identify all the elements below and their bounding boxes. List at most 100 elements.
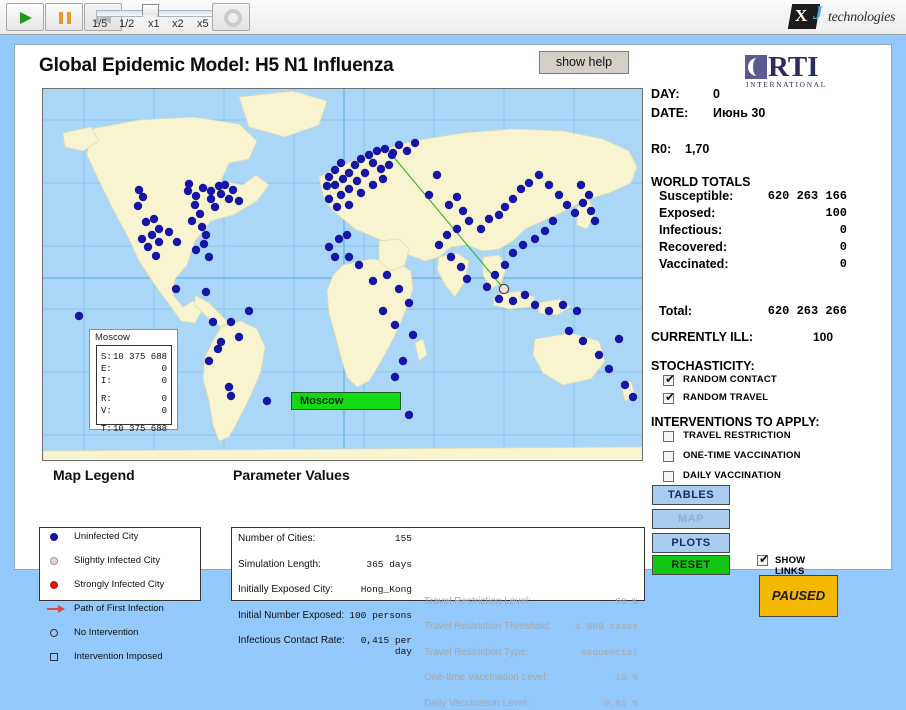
speed-tick-4[interactable]: x5 xyxy=(197,18,209,30)
speed-tick-2[interactable]: x1 xyxy=(148,18,160,30)
tooltip-value-r: 0 xyxy=(162,394,167,404)
vendor-logo-x: X xyxy=(795,6,807,26)
check-icon: ✔ xyxy=(665,373,675,385)
checkbox-one-time-vaccination[interactable]: ONE-TIME VACCINATION xyxy=(663,449,881,469)
stat-label-vaccinated: Vaccinated: xyxy=(659,257,728,271)
show-help-button[interactable]: show help xyxy=(539,51,629,74)
param-label-travel-restriction-type: Travel Restriction Type: xyxy=(424,647,528,658)
stat-value-infectious: 0 xyxy=(840,223,847,237)
param-row-travel-restriction-level: Travel Restriction Level: 90 % xyxy=(232,596,644,609)
status-badge[interactable]: PAUSED xyxy=(759,575,838,617)
tooltip-key-e: E: xyxy=(101,364,112,374)
legend-item-first-infection-path: Path of First Infection xyxy=(46,604,200,616)
stat-row-total: Total: 620 263 266 xyxy=(651,304,881,321)
stat-value-currently-ill: 100 xyxy=(813,330,833,344)
parameters-title: Parameter Values xyxy=(233,467,350,483)
statistics-panel: DAY: 0 DATE: Июнь 30 R0: 1,70 WORLD TOTA… xyxy=(651,87,881,489)
filled-pink-dot-icon xyxy=(50,557,58,565)
param-row-number-of-cities: Number of Cities: 155 xyxy=(232,533,644,546)
param-value-travel-restriction-level: 90 % xyxy=(532,596,638,607)
stat-row-susceptible: Susceptible: 620 263 166 xyxy=(651,189,881,206)
plots-button[interactable]: PLOTS xyxy=(652,533,730,553)
legend-label-first-infection-path: Path of First Infection xyxy=(74,603,164,614)
check-icon: ✔ xyxy=(665,391,675,403)
legend-label-strongly-infected: Strongly Infected City xyxy=(74,579,164,590)
checkbox-icon[interactable] xyxy=(663,451,674,462)
legend-label-uninfected: Uninfected City xyxy=(74,531,138,542)
speed-tick-3[interactable]: x2 xyxy=(172,18,184,30)
stat-row-recovered: Recovered: 0 xyxy=(651,240,881,257)
checkbox-icon[interactable]: ✔ xyxy=(663,375,674,386)
param-label-one-time-vaccination-level: One-time Vaccination Level: xyxy=(424,672,548,683)
day-label: DAY: xyxy=(651,87,679,101)
legend-item-slightly-infected: Slightly Infected City xyxy=(46,556,200,568)
pause-button[interactable] xyxy=(45,3,83,31)
selected-city-label[interactable]: Moscow xyxy=(291,392,401,410)
simulation-toolbar: 1/5 1/2 x1 x2 x5 VT X J technologies xyxy=(0,0,906,35)
world-map[interactable]: Moscow S: 10 375 688 E: 0 I: 0 xyxy=(42,88,643,461)
stochasticity-heading: STOCHASTICITY: xyxy=(651,359,881,373)
legend-label-slightly-infected: Slightly Infected City xyxy=(74,555,160,566)
checkbox-random-travel[interactable]: ✔ RANDOM TRAVEL xyxy=(663,391,881,409)
city-dot-hong-kong xyxy=(499,284,508,293)
param-label-number-of-cities: Number of Cities: xyxy=(238,533,315,544)
checkbox-label-random-contact: RANDOM CONTACT xyxy=(683,374,777,385)
play-button[interactable] xyxy=(6,3,44,31)
param-value-travel-restriction-type: sequential xyxy=(532,647,638,658)
map-button[interactable]: MAP xyxy=(652,509,730,529)
param-value-travel-restriction-threshold: 1 000 cases xyxy=(532,621,638,632)
param-label-travel-restriction-level: Travel Restriction Level: xyxy=(424,596,531,607)
play-icon xyxy=(20,12,32,24)
speed-tick-1[interactable]: 1/2 xyxy=(119,18,134,30)
stat-row-vaccinated: Vaccinated: 0 xyxy=(651,257,881,274)
tooltip-value-e: 0 xyxy=(162,364,167,374)
checkbox-label-show-links: SHOW LINKS xyxy=(775,555,805,577)
param-label-daily-vaccination-level: Daily Vaccination Level: xyxy=(424,698,529,709)
city-tooltip: Moscow S: 10 375 688 E: 0 I: 0 xyxy=(89,329,178,430)
param-row-travel-restriction-type: Travel Restriction Type: sequential xyxy=(232,647,644,660)
param-label-initial-number-exposed: Initial Number Exposed: xyxy=(238,610,344,621)
tooltip-key-s: S: xyxy=(101,352,112,362)
world-totals-heading: WORLD TOTALS xyxy=(651,175,881,189)
param-label-initially-exposed-city: Initially Exposed City: xyxy=(238,584,333,595)
open-square-icon xyxy=(50,653,58,661)
checkbox-travel-restriction[interactable]: TRAVEL RESTRICTION xyxy=(663,429,881,449)
pause-icon xyxy=(59,12,71,24)
r0-value: 1,70 xyxy=(685,142,709,156)
legend-item-strongly-infected: Strongly Infected City xyxy=(46,580,200,592)
tooltip-value-v: 0 xyxy=(162,406,167,416)
stat-value-exposed: 100 xyxy=(825,206,847,220)
stat-value-recovered: 0 xyxy=(840,240,847,254)
rti-logo: RTI INTERNATIONAL xyxy=(745,53,835,89)
date-label: DATE: xyxy=(651,106,688,120)
speed-tick-0[interactable]: 1/5 xyxy=(92,18,107,30)
checkbox-random-contact[interactable]: ✔ RANDOM CONTACT xyxy=(663,373,881,391)
checkbox-icon[interactable]: ✔ xyxy=(757,555,768,566)
page-title: Global Epidemic Model: H5 N1 Influenza xyxy=(39,55,394,77)
tables-button[interactable]: TABLES xyxy=(652,485,730,505)
legend-item-intervention-imposed: Intervention Imposed xyxy=(46,652,200,664)
open-circle-icon xyxy=(50,629,58,637)
param-label-simulation-length: Simulation Length: xyxy=(238,559,321,570)
checkbox-icon[interactable] xyxy=(663,431,674,442)
filled-red-dot-icon xyxy=(50,581,58,589)
tooltip-value-i: 0 xyxy=(162,376,167,386)
reset-button[interactable]: RESET xyxy=(652,555,730,575)
model-panel: Global Epidemic Model: H5 N1 Influenza s… xyxy=(14,44,892,570)
settings-button[interactable] xyxy=(212,3,250,31)
stat-label-exposed: Exposed: xyxy=(659,206,715,220)
checkbox-label-travel-restriction: TRAVEL RESTRICTION xyxy=(683,430,791,441)
checkbox-label-one-time-vaccination: ONE-TIME VACCINATION xyxy=(683,450,801,461)
date-row: DATE: Июнь 30 xyxy=(651,106,881,125)
checkbox-label-daily-vaccination: DAILY VACCINATION xyxy=(683,470,781,481)
checkbox-icon[interactable] xyxy=(663,471,674,482)
vendor-logo-text: technologies xyxy=(828,10,895,26)
param-value-daily-vaccination-level: 0,01 % xyxy=(532,698,638,709)
day-row: DAY: 0 xyxy=(651,87,881,106)
legend-title: Map Legend xyxy=(53,467,135,483)
stat-label-currently-ill: CURRENTLY ILL: xyxy=(651,330,753,344)
checkbox-icon[interactable]: ✔ xyxy=(663,393,674,404)
application-window: 1/5 1/2 x1 x2 x5 VT X J technologies Glo… xyxy=(0,0,906,584)
city-tooltip-title: Moscow xyxy=(95,332,130,343)
checkbox-label-random-travel: RANDOM TRAVEL xyxy=(683,392,768,403)
